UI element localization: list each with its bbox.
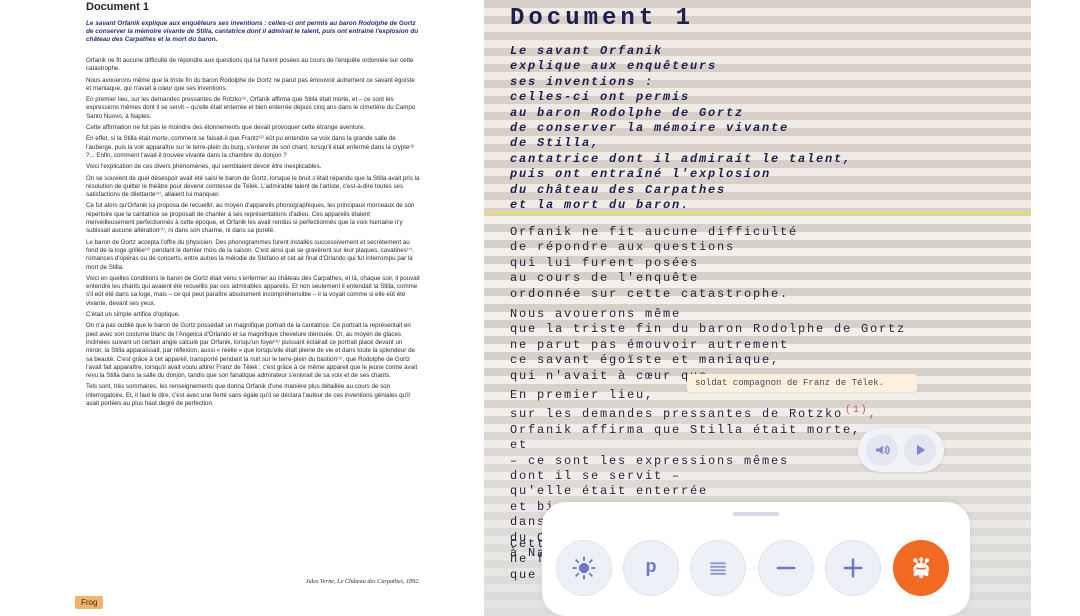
- left-paragraph: Tels sont, très sommaires, les renseigne…: [86, 383, 410, 407]
- line-spacing-button[interactable]: [690, 540, 746, 596]
- left-frog-tag[interactable]: Frog: [75, 596, 104, 609]
- left-body: Orfanik ne fit aucune difficulté de répo…: [86, 57, 420, 411]
- footnote-marker[interactable]: (1): [845, 405, 868, 416]
- left-paragraph: En premier lieu, sur les demandes pressa…: [86, 96, 416, 120]
- font-label: p: [645, 556, 657, 576]
- reader-intro-line: de conserver la mémoire vivante: [510, 121, 790, 136]
- block1-line: au cours de l'enquête: [510, 271, 700, 286]
- sun-button[interactable]: [556, 540, 612, 596]
- left-paragraph: Orfanik ne fit aucune difficulté de répo…: [86, 57, 414, 73]
- minus-icon: [776, 566, 796, 570]
- play-icon: [917, 444, 926, 456]
- left-paragraph: En effet, si la Stilla était morte, comm…: [86, 135, 415, 159]
- font-button[interactable]: p: [623, 540, 679, 596]
- reader-intro-line: de Stilla,: [510, 136, 601, 151]
- reader-intro-line: au baron Rodolphe de Gortz: [510, 105, 745, 120]
- block1-line: de répondre aux questions: [510, 240, 736, 255]
- decrease-button[interactable]: [758, 540, 814, 596]
- left-paragraph: Voici l'explication de ces divers phénom…: [86, 163, 322, 171]
- reader-block-2: Nous avouerons même que la triste fin du …: [510, 307, 1010, 384]
- line-spacing-icon: [710, 562, 726, 575]
- left-title: Document 1: [86, 1, 149, 13]
- left-paragraph: Voici en quelles conditions le baron de …: [86, 274, 420, 307]
- block1-line: ordonnée sur cette catastrophe.: [510, 286, 790, 301]
- reader-divider: [484, 212, 1031, 214]
- block2-line: Nous avouerons même: [510, 307, 682, 321]
- left-paragraph: On n'a pas oublié que le baron de Gortz …: [86, 322, 418, 380]
- left-paragraph: C'était un simple artifice d'optique.: [86, 311, 180, 319]
- block3-line: qu'elle était enterrée: [510, 484, 709, 499]
- reader-intro-line: cantatrice dont il admirait le talent,: [510, 151, 853, 166]
- reader-intro-line: celles-ci ont permis: [510, 90, 691, 105]
- reader-intro-line: du château des Carpathes: [510, 182, 727, 197]
- reader-title: Document 1: [510, 5, 695, 32]
- frog-button[interactable]: [893, 540, 949, 596]
- reader-intro-line: Le savant Orfanik: [510, 44, 664, 58]
- sun-icon: [572, 556, 596, 580]
- left-paragraph: Ce fut alors qu'Orfanik lui proposa de r…: [86, 202, 415, 235]
- left-paragraph: On se souvient de quel désespoir avait é…: [86, 174, 420, 199]
- left-paragraph: Le baron de Gortz accepta l'offre du phy…: [86, 238, 414, 271]
- left-paragraph: Cette affirmation ne fut pas le moindre …: [86, 124, 366, 132]
- footnote-comma: ,: [868, 407, 878, 422]
- left-paragraph: Nous avouerons même que la triste fin du…: [86, 76, 415, 92]
- block2-line: ce savant égoïste et maniaque,: [510, 353, 781, 368]
- plus-icon: [843, 558, 863, 578]
- left-signature: Jules Verne, Le Château des Carpathes, 1…: [305, 578, 420, 585]
- increase-button[interactable]: [825, 540, 881, 596]
- block1-line: qui lui furent posées: [510, 255, 700, 270]
- volume-icon: [876, 445, 890, 455]
- reader-intro: Le savant Orfanik explique aux enquêteurs…: [510, 44, 1000, 213]
- block2-line: que la triste fin du baron Rodolphe de G…: [510, 322, 907, 337]
- reader-line-text: sur les demandes pressantes de Rotzko: [510, 407, 844, 422]
- block3-line: sur les demandes pressantes de Rotzko (1)…: [510, 403, 1010, 422]
- bottom-toolbar: p: [542, 502, 970, 616]
- block2-line: ne parut pas émouvoir autrement: [510, 337, 790, 352]
- toolbar-handle[interactable]: [733, 512, 779, 516]
- reader-intro-line: explique aux enquêteurs: [510, 59, 718, 74]
- block1-line: Orfanik ne fit aucune difficulté: [510, 225, 799, 239]
- left-intro: Le savant Orfanik explique aux enquêteur…: [86, 20, 419, 43]
- frog-icon: [913, 557, 930, 579]
- volume-button[interactable]: [866, 434, 898, 466]
- left-document: Document 1 Le savant Orfanik explique au…: [72, 0, 432, 616]
- block3-line: dont il se servit –: [510, 469, 682, 484]
- audio-controls: [858, 428, 944, 472]
- reader-block-1: Orfanik ne fit aucune difficulté de répon…: [510, 225, 1010, 302]
- reader-intro-line: ses inventions :: [510, 74, 655, 89]
- play-button[interactable]: [904, 434, 936, 466]
- footnote-tooltip: soldat compagnon de Franz de Télek.: [687, 374, 917, 392]
- reader-intro-line: puis ont entraîné l'explosion: [510, 167, 772, 182]
